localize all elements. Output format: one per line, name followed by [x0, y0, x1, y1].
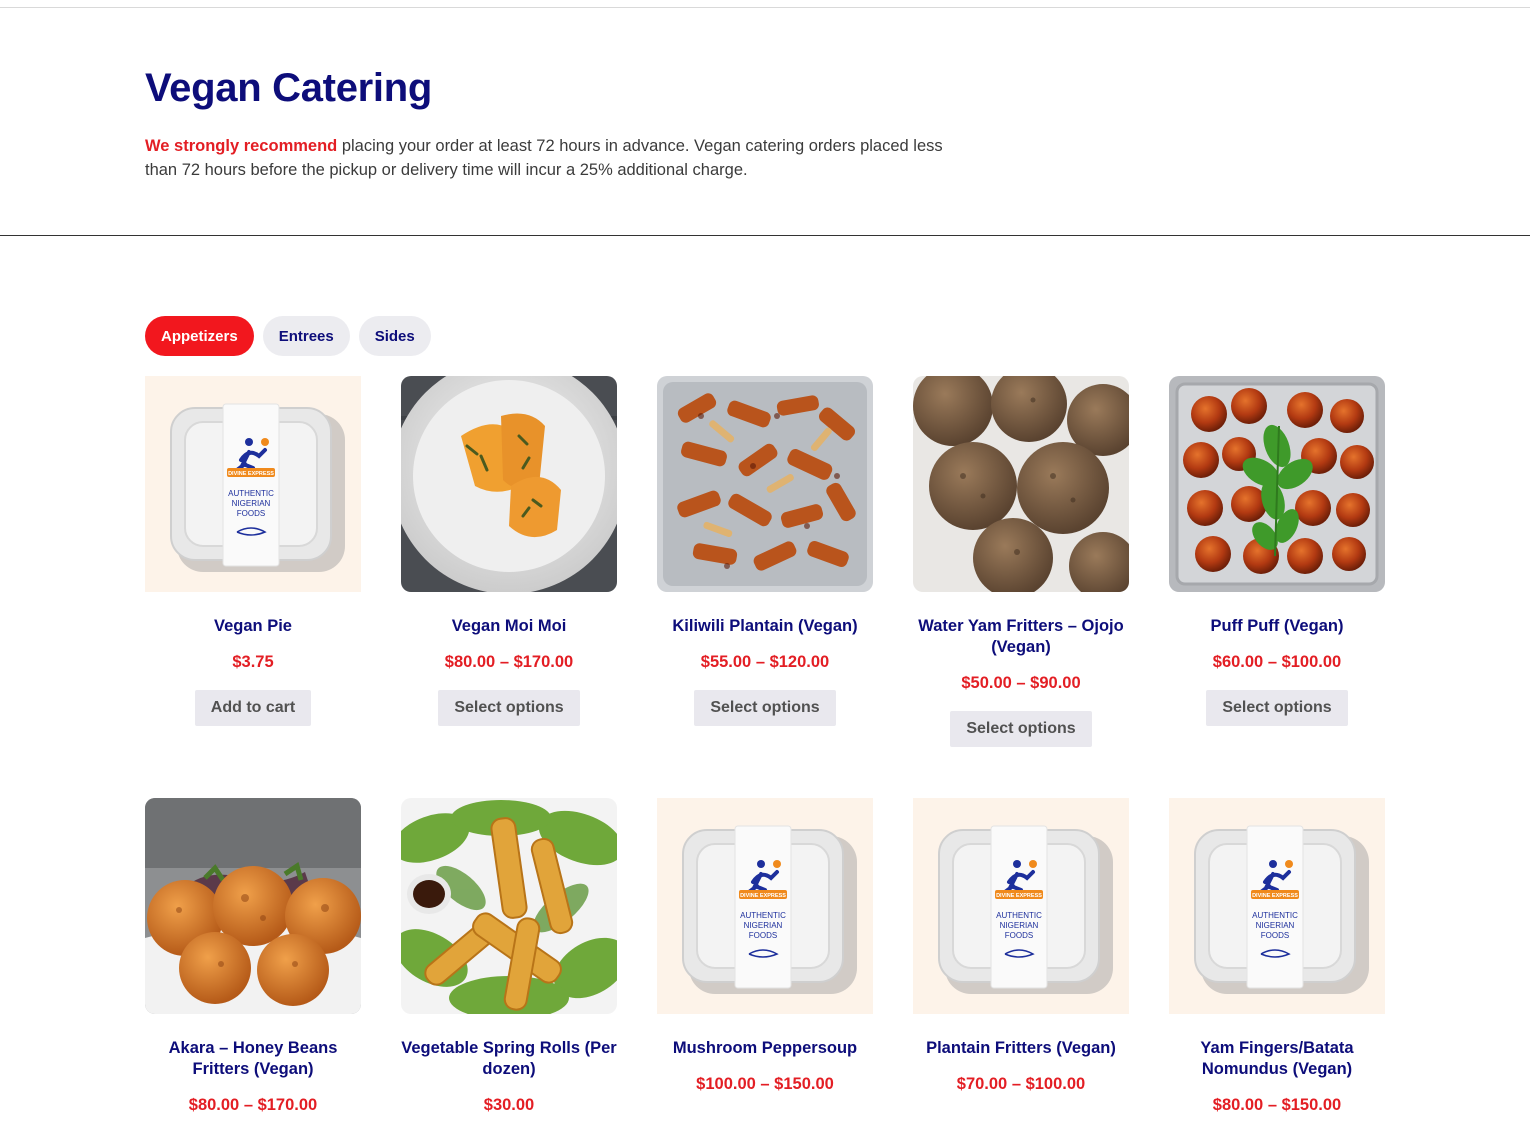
page-header: Vegan Catering We strongly recommend pla…: [145, 66, 945, 182]
product-card: Vegan Moi Moi $80.00 – $170.00 Select op…: [401, 376, 617, 798]
product-card: Vegan Pie $3.75 Add to cart: [145, 376, 361, 798]
product-image[interactable]: [145, 798, 361, 1014]
product-price: $30.00: [483, 1096, 535, 1114]
notice-emphasis: We strongly recommend: [145, 137, 338, 155]
select-options-button[interactable]: Select options: [438, 690, 580, 726]
product-name[interactable]: Akara – Honey Beans Fritters (Vegan): [145, 1038, 361, 1080]
product-card: Vegetable Spring Rolls (Per dozen) $30.0…: [401, 798, 617, 1115]
product-card: Water Yam Fritters – Ojojo (Vegan) $50.0…: [913, 376, 1129, 798]
product-image[interactable]: [145, 376, 361, 592]
product-image[interactable]: [401, 376, 617, 592]
product-price: $100.00 – $150.00: [696, 1075, 834, 1093]
tab-sides[interactable]: Sides: [358, 316, 431, 356]
select-options-button[interactable]: Select options: [1206, 690, 1348, 726]
product-price: $3.75: [232, 653, 274, 671]
product-price: $55.00 – $120.00: [700, 653, 830, 671]
product-image[interactable]: [657, 376, 873, 592]
category-tabs: Appetizers Entrees Sides: [145, 316, 431, 356]
product-image[interactable]: [657, 798, 873, 1014]
product-name[interactable]: Mushroom Peppersoup: [657, 1038, 873, 1059]
product-name[interactable]: Vegetable Spring Rolls (Per dozen): [401, 1038, 617, 1080]
product-price: $80.00 – $170.00: [188, 1096, 318, 1114]
product-name[interactable]: Kiliwili Plantain (Vegan): [657, 616, 873, 637]
product-price: $80.00 – $170.00: [444, 653, 574, 671]
product-name[interactable]: Yam Fingers/Batata Nomundus (Vegan): [1169, 1038, 1385, 1080]
page-title: Vegan Catering: [145, 66, 432, 110]
add-to-cart-button[interactable]: Add to cart: [194, 690, 312, 726]
ordering-notice: We strongly recommend placing your order…: [145, 134, 945, 182]
product-price: $70.00 – $100.00: [956, 1075, 1086, 1093]
top-divider: [0, 7, 1530, 8]
product-card: Yam Fingers/Batata Nomundus (Vegan) $80.…: [1169, 798, 1385, 1115]
product-price: $60.00 – $100.00: [1212, 653, 1342, 671]
tab-appetizers[interactable]: Appetizers: [145, 316, 254, 356]
tab-entrees[interactable]: Entrees: [262, 316, 350, 356]
product-image[interactable]: [1169, 798, 1385, 1014]
product-card: Akara – Honey Beans Fritters (Vegan) $80…: [145, 798, 361, 1115]
product-image[interactable]: [913, 376, 1129, 592]
product-price: $50.00 – $90.00: [961, 674, 1081, 692]
select-options-button[interactable]: Select options: [950, 711, 1092, 747]
product-name[interactable]: Vegan Moi Moi: [401, 616, 617, 637]
product-card: Mushroom Peppersoup $100.00 – $150.00: [657, 798, 873, 1115]
product-price: $80.00 – $150.00: [1212, 1096, 1342, 1114]
product-name[interactable]: Plantain Fritters (Vegan): [913, 1038, 1129, 1059]
product-grid: Vegan Pie $3.75 Add to cart Vegan Moi Mo…: [145, 376, 1385, 1115]
select-options-button[interactable]: Select options: [694, 690, 836, 726]
product-card: Plantain Fritters (Vegan) $70.00 – $100.…: [913, 798, 1129, 1115]
section-divider: [0, 235, 1530, 236]
product-card: Kiliwili Plantain (Vegan) $55.00 – $120.…: [657, 376, 873, 798]
product-name[interactable]: Vegan Pie: [145, 616, 361, 637]
product-name[interactable]: Water Yam Fritters – Ojojo (Vegan): [913, 616, 1129, 658]
product-card: Puff Puff (Vegan) $60.00 – $100.00 Selec…: [1169, 376, 1385, 798]
product-name[interactable]: Puff Puff (Vegan): [1169, 616, 1385, 637]
product-image[interactable]: [1169, 376, 1385, 592]
product-image[interactable]: [401, 798, 617, 1014]
product-image[interactable]: [913, 798, 1129, 1014]
